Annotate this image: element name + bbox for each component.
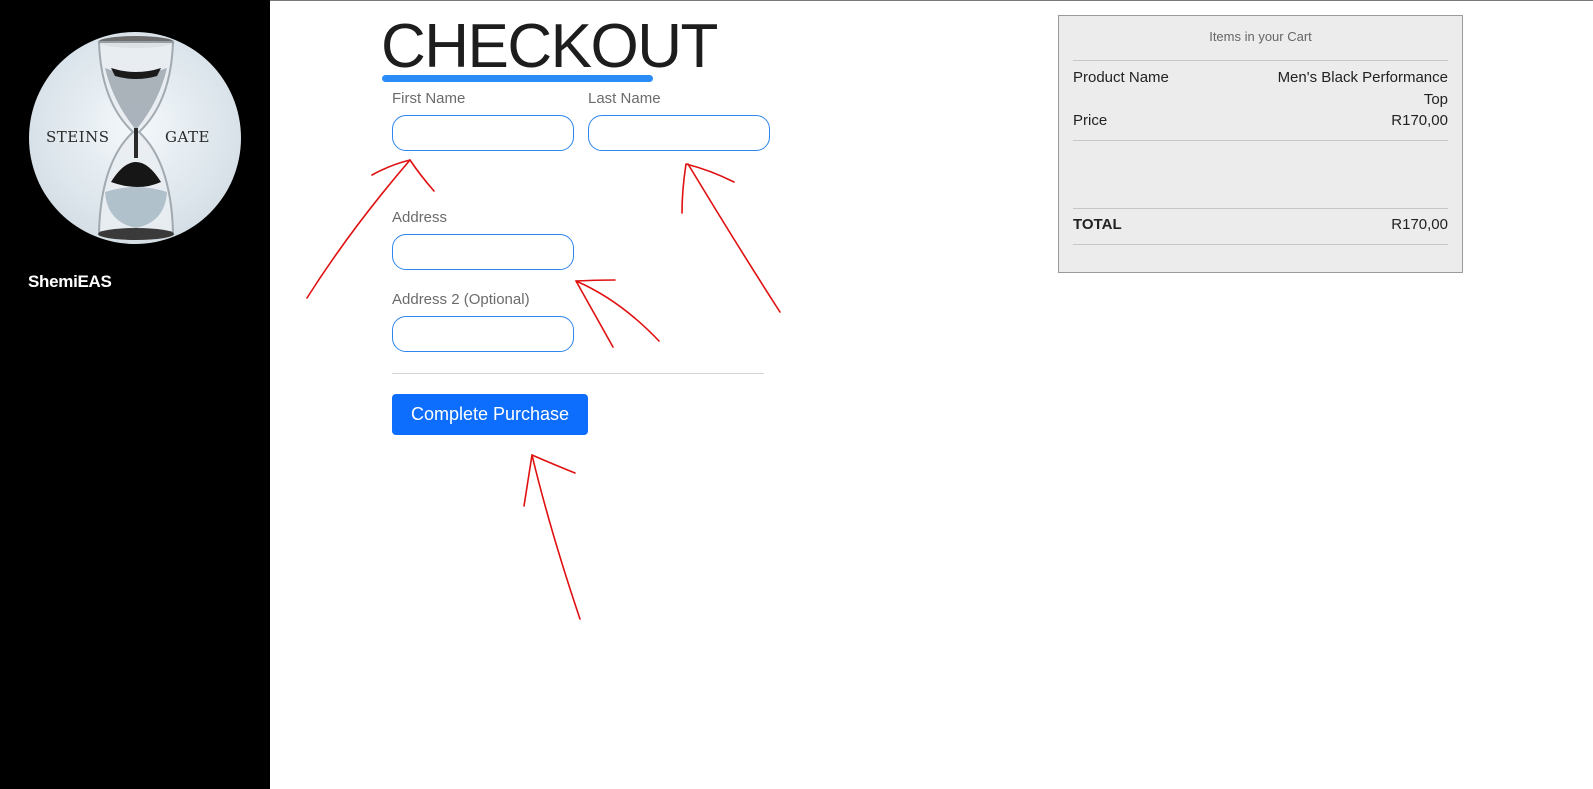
steins-gate-logo[interactable]: STEINS GATE	[29, 32, 241, 244]
product-name-value-line2: Top	[1423, 91, 1448, 108]
price-label: Price	[1073, 112, 1108, 129]
cart-divider	[1073, 140, 1448, 141]
product-name-label: Product Name	[1073, 69, 1169, 86]
price-value: R170,00	[1391, 112, 1448, 129]
annotation-arrow	[687, 163, 781, 313]
cart-divider	[1073, 208, 1448, 209]
annotation-arrow-head	[523, 454, 576, 507]
form-divider	[392, 373, 764, 374]
cart-title: Items in your Cart	[1209, 29, 1312, 44]
annotation-arrow-head	[575, 279, 616, 348]
annotation-arrow	[575, 280, 660, 342]
cart-divider	[1073, 244, 1448, 245]
total-value: R170,00	[1391, 216, 1448, 233]
cart-summary: Items in your Cart Product Name Men's Bl…	[1058, 15, 1463, 273]
cart-divider	[1073, 60, 1448, 61]
total-label: TOTAL	[1073, 216, 1122, 233]
last-name-input[interactable]	[588, 115, 770, 151]
address-label: Address	[392, 209, 448, 226]
username[interactable]: ShemiEAS	[28, 272, 112, 292]
title-underline	[382, 75, 653, 82]
address-input[interactable]	[392, 234, 574, 270]
annotation-arrow-head	[371, 159, 435, 192]
complete-purchase-button[interactable]: Complete Purchase	[392, 394, 588, 435]
annotation-arrow-head	[681, 163, 735, 214]
logo-text-gate: GATE	[165, 128, 210, 146]
address2-label: Address 2 (Optional)	[392, 291, 530, 308]
sidebar: STEINS GATE ShemiEAS	[0, 0, 270, 789]
logo-text-steins: STEINS	[46, 128, 110, 146]
first-name-label: First Name	[392, 90, 466, 107]
page-title: CHECKOUT	[381, 12, 718, 81]
product-name-value-line1: Men's Black Performance	[1277, 69, 1448, 86]
last-name-label: Last Name	[588, 90, 661, 107]
address2-input[interactable]	[392, 316, 574, 352]
annotation-arrow	[306, 159, 411, 299]
annotation-arrow	[531, 454, 581, 620]
first-name-input[interactable]	[392, 115, 574, 151]
